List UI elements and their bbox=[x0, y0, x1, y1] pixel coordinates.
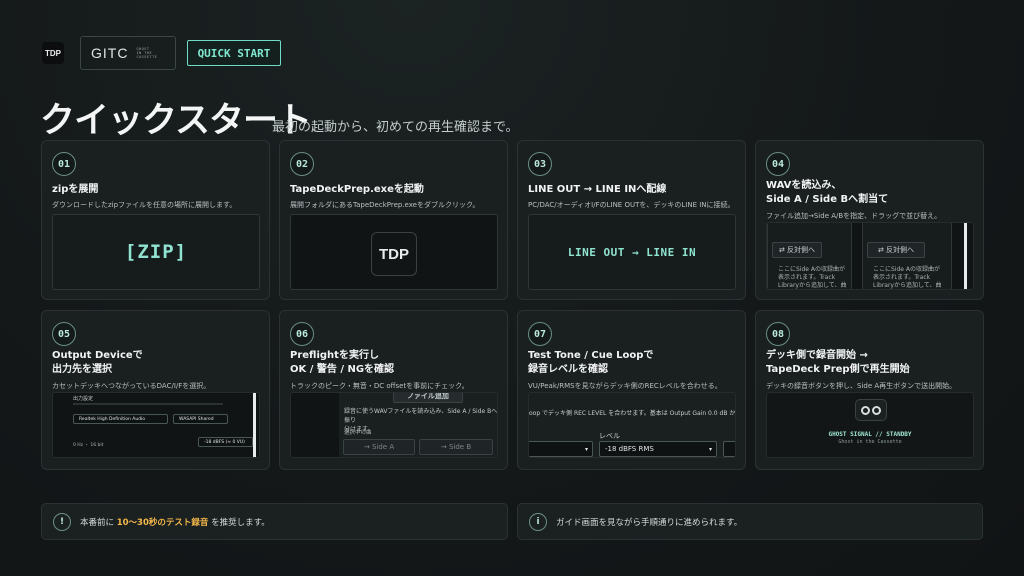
step-card-01: 01 zipを展開 ダウンロードしたzipファイルを任意の場所に展開します。 [… bbox=[41, 140, 270, 300]
step-title: TapeDeckPrep.exeを起動 bbox=[290, 184, 424, 195]
step-description: トラックのピーク・無音・DC offsetを事前にチェック。 bbox=[290, 382, 469, 390]
move-opposite-button[interactable]: ⇄ 反対側へ bbox=[772, 242, 822, 258]
page-title: クイックスタート bbox=[40, 101, 312, 141]
mode-select[interactable]: WASAPI Shared bbox=[173, 414, 228, 424]
add-file-button[interactable]: ノァイル追加 bbox=[393, 393, 463, 403]
guide-note: i ガイド画面を見ながら手順通りに進められます。 bbox=[517, 503, 983, 540]
step-description: 展開フォルダにあるTapeDeckPrep.exeをダブルクリック。 bbox=[290, 201, 480, 209]
track-panel: ノァイル追加 録音に使うWAVファイルを読み込み、Side A / Side B… bbox=[339, 393, 497, 457]
step-card-02: 02 TapeDeckPrep.exeを起動 展開フォルダにあるTapeDeck… bbox=[279, 140, 508, 300]
step-description: ダウンロードしたzipファイルを任意の場所に展開します。 bbox=[52, 201, 237, 209]
page-subtitle: 最初の起動から、初めての再生確認まで。 bbox=[272, 120, 519, 135]
step-description: デッキの録音ボタンを押し、Side A再生ボタンで送出開始。 bbox=[766, 382, 957, 390]
preflight-visual: ノァイル追加 録音に使うWAVファイルを読み込み、Side A / Side B… bbox=[290, 392, 498, 458]
divider bbox=[73, 403, 223, 405]
level-label: レベル bbox=[599, 432, 620, 440]
side-a-hint: ここにSide Aの収録曲が 表示されます。Track Libraryから追加して、… bbox=[778, 266, 847, 289]
wiring-visual: LINE OUT → LINE IN bbox=[528, 214, 736, 290]
selected-track-label: 選択中の曲 bbox=[344, 430, 372, 436]
note-text: ガイド画面を見ながら手順通りに進められます。 bbox=[556, 517, 743, 528]
note-highlight: 10〜30秒のテスト録音 bbox=[116, 517, 209, 528]
tdp-logo[interactable]: TDP bbox=[42, 42, 64, 64]
output-settings-heading: 出力設定 bbox=[73, 396, 94, 402]
chevron-down-icon: ▾ bbox=[708, 445, 712, 453]
step-number: 04 bbox=[766, 152, 790, 176]
step-description: VU/Peak/RMSを見ながらデッキ側のRECレベルを合わせる。 bbox=[528, 382, 722, 390]
chevron-down-icon: ▾ bbox=[584, 445, 588, 453]
step-number: 03 bbox=[528, 152, 552, 176]
step-number: 08 bbox=[766, 322, 790, 346]
quick-start-button[interactable]: QUICK START bbox=[187, 40, 281, 66]
side-b-panel: ⇄ 反対側へ ここにSide Aの収録曲が 表示されます。Track Library… bbox=[862, 223, 952, 289]
step-number: 06 bbox=[290, 322, 314, 346]
output-settings-visual: 出力設定 Realtek High Definition Audio WASAP… bbox=[52, 392, 260, 458]
level-select[interactable]: -18 dBFS RMS ▾ bbox=[599, 441, 717, 457]
to-side-b-button[interactable]: → Side B bbox=[419, 439, 493, 455]
step-title: Test Tone / Cue Loopで 録音レベルを確認 bbox=[528, 350, 654, 375]
gitc-subtitle: GHOST IN THE CASSETTE bbox=[136, 47, 158, 59]
side-b-hint: ここにSide Aの収録曲が 表示されます。Track Libraryから追加して、… bbox=[873, 266, 942, 289]
step-card-03: 03 LINE OUT → LINE INへ配線 PC/DAC/オーディオI/F… bbox=[517, 140, 746, 300]
step-number: 05 bbox=[52, 322, 76, 346]
step-description: PC/DAC/オーディオI/FのLINE OUTを、デッキのLINE INに接続… bbox=[528, 201, 735, 209]
signal-subtitle: Ghost in the Cassette bbox=[838, 439, 902, 445]
app-visual: TDP bbox=[290, 214, 498, 290]
extra-select[interactable] bbox=[723, 441, 735, 457]
step-description: カセットデッキへつながっているDAC/I/Fを選択。 bbox=[52, 382, 211, 390]
step-title: LINE OUT → LINE INへ配線 bbox=[528, 184, 667, 195]
gitc-title: GITC bbox=[91, 45, 129, 61]
step-title: zipを展開 bbox=[52, 184, 99, 195]
wiring-label: LINE OUT → LINE IN bbox=[567, 246, 697, 259]
step-title: WAVを読込み、 Side A / Side Bへ割当て bbox=[766, 180, 889, 205]
gitc-logo[interactable]: GITC GHOST IN THE CASSETTE bbox=[80, 36, 176, 70]
step-title: Preflightを実行し OK / 警告 / NGを確認 bbox=[290, 350, 395, 375]
device-select[interactable]: Realtek High Definition Audio bbox=[73, 414, 168, 424]
move-opposite-button[interactable]: ⇄ 反対側へ bbox=[867, 242, 925, 258]
step-card-04: 04 WAVを読込み、 Side A / Side Bへ割当て ファイル追加→Si… bbox=[755, 140, 984, 300]
scrollbar[interactable] bbox=[253, 393, 256, 457]
step-title: デッキ側で録音開始 → TapeDeck Prep側で再生開始 bbox=[766, 350, 910, 375]
level-hint: oop でデッキ側 REC LEVEL を合わせます。基本は Output Ga… bbox=[529, 410, 736, 417]
step-number: 02 bbox=[290, 152, 314, 176]
step-card-08: 08 デッキ側で録音開始 → TapeDeck Prep側で再生開始 デッキの録音… bbox=[755, 310, 984, 470]
step-title: Output Deviceで 出力先を選択 bbox=[52, 350, 143, 375]
note-text: 本番前に 10〜30秒のテスト録音 を推奨します。 bbox=[80, 517, 270, 528]
step-card-07: 07 Test Tone / Cue Loopで 録音レベルを確認 VU/Peak… bbox=[517, 310, 746, 470]
step-card-05: 05 Output Deviceで 出力先を選択 カセットデッキへつながっているD… bbox=[41, 310, 270, 470]
to-side-a-button[interactable]: → Side A bbox=[343, 439, 415, 455]
format-readout: 0 Hz ・ 16 bit bbox=[73, 443, 104, 448]
signal-status: GHOST SIGNAL // STANDBY bbox=[828, 431, 912, 438]
source-select[interactable]: ▾ bbox=[529, 441, 593, 457]
step-description: ファイル追加→Side A/Bを指定、ドラッグで並び替え。 bbox=[766, 212, 942, 220]
level-check-visual: oop でデッキ側 REC LEVEL を合わせます。基本は Output Ga… bbox=[528, 392, 736, 458]
standby-visual: GHOST SIGNAL // STANDBY Ghost in the Cas… bbox=[766, 392, 974, 458]
level-select[interactable]: -18 dBFS (≈ 0 VU) bbox=[198, 437, 253, 447]
header: TDP GITC GHOST IN THE CASSETTE QUICK START bbox=[42, 36, 281, 70]
zip-label: [ZIP] bbox=[124, 241, 188, 263]
scrollbar[interactable] bbox=[964, 223, 967, 289]
step-number: 07 bbox=[528, 322, 552, 346]
cassette-icon bbox=[855, 399, 887, 421]
side-a-panel: ⇄ 反対側へ ここにSide Aの収録曲が 表示されます。Track Library… bbox=[767, 223, 852, 289]
test-recording-note: ! 本番前に 10〜30秒のテスト録音 を推奨します。 bbox=[41, 503, 508, 540]
zip-visual: [ZIP] bbox=[52, 214, 260, 290]
tdp-app-icon: TDP bbox=[371, 232, 417, 276]
info-icon: i bbox=[529, 512, 547, 531]
warning-icon: ! bbox=[53, 512, 71, 531]
side-assign-visual: ⇄ 反対側へ ここにSide Aの収録曲が 表示されます。Track Library… bbox=[766, 222, 974, 290]
step-number: 01 bbox=[52, 152, 76, 176]
step-card-06: 06 Preflightを実行し OK / 警告 / NGを確認 トラックのピーク… bbox=[279, 310, 508, 470]
